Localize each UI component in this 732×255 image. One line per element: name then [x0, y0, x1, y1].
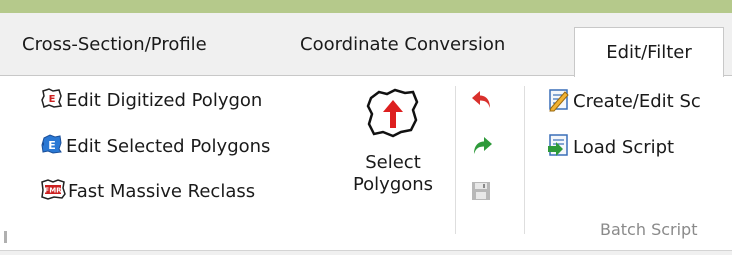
- load-script-icon: [545, 132, 571, 163]
- tab-coordinate-conversion[interactable]: Coordinate Conversion: [300, 13, 505, 75]
- svg-text:E: E: [48, 139, 56, 152]
- fast-massive-reclass-button[interactable]: FMR Fast Massive Reclass: [40, 177, 255, 206]
- select-polygons-label-line1: Select: [365, 152, 421, 173]
- select-polygons-icon: [346, 84, 440, 144]
- edit-digitized-polygon-icon: E: [40, 86, 64, 115]
- select-polygons-button[interactable]: Select Polygons: [346, 84, 440, 224]
- batch-script-group-label: Batch Script: [600, 220, 698, 239]
- create-edit-script-button[interactable]: Create/Edit Sc: [545, 86, 701, 117]
- redo-button[interactable]: [470, 134, 494, 163]
- group-separator: [455, 86, 456, 234]
- fast-massive-reclass-icon: FMR: [40, 177, 66, 206]
- tab-cross-section-profile[interactable]: Cross-Section/Profile: [22, 13, 207, 75]
- redo-icon: [470, 134, 494, 163]
- undo-icon: [470, 88, 494, 117]
- undo-button[interactable]: [470, 88, 494, 117]
- select-polygons-label-line2: Polygons: [352, 174, 434, 195]
- edit-selected-polygons-icon: E: [40, 132, 64, 161]
- fast-massive-reclass-label: Fast Massive Reclass: [68, 181, 256, 202]
- save-button[interactable]: [470, 180, 492, 207]
- svg-text:E: E: [49, 94, 56, 105]
- edit-selected-polygons-button[interactable]: E Edit Selected Polygons: [40, 132, 270, 161]
- load-script-button[interactable]: Load Script: [545, 132, 674, 163]
- save-icon: [470, 180, 492, 207]
- svg-text:FMR: FMR: [44, 187, 62, 195]
- ribbon-tab-strip: Cross-Section/Profile Coordinate Convers…: [0, 13, 732, 77]
- create-edit-script-icon: [545, 86, 571, 117]
- edit-digitized-polygon-label: Edit Digitized Polygon: [66, 90, 263, 111]
- window-title-bar: [0, 0, 732, 13]
- edit-digitized-polygon-button[interactable]: E Edit Digitized Polygon: [40, 86, 262, 115]
- load-script-label: Load Script: [573, 137, 675, 158]
- create-edit-script-label: Create/Edit Sc: [573, 91, 701, 112]
- group-separator: [524, 86, 525, 234]
- edit-selected-polygons-label: Edit Selected Polygons: [66, 136, 271, 157]
- tab-edit-filter[interactable]: Edit/Filter: [574, 27, 724, 77]
- ribbon-panel: E Edit Digitized Polygon E Edit Selected…: [0, 75, 732, 255]
- group-edge-marker: [4, 231, 7, 243]
